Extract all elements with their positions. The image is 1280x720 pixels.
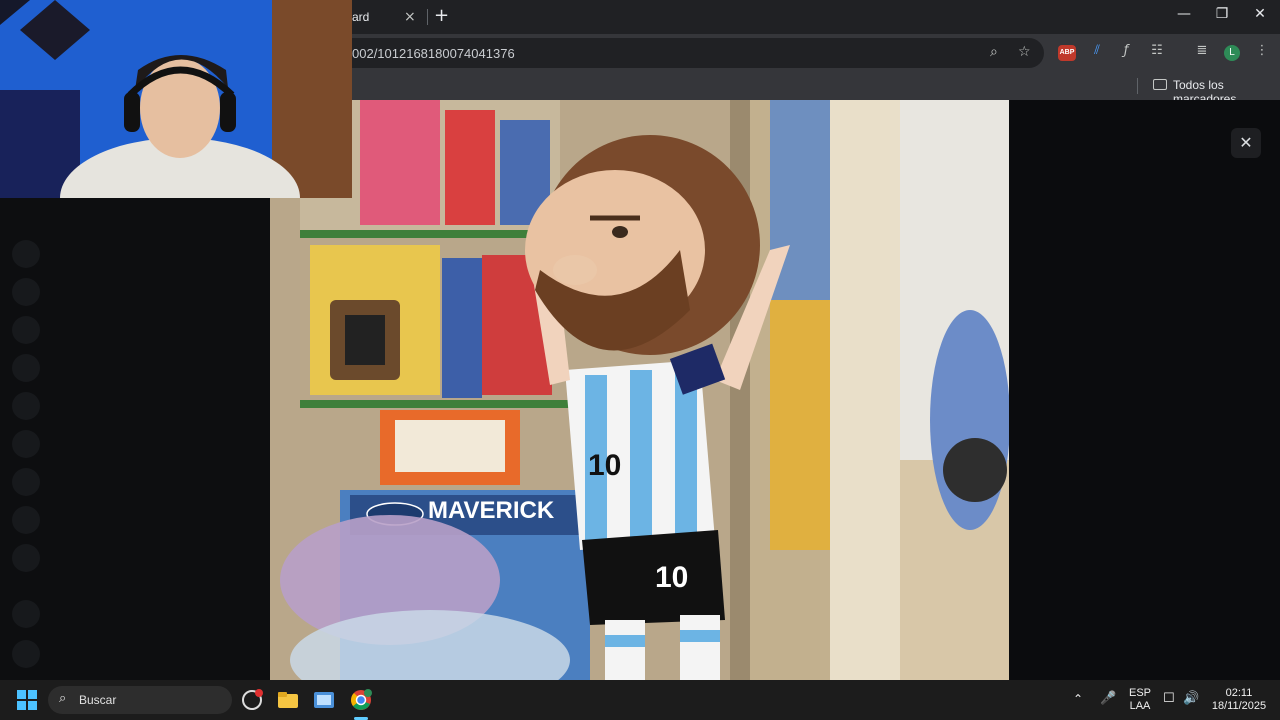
server-icon (12, 354, 40, 382)
search-icon: ⌕ (59, 691, 67, 706)
server-icon (12, 316, 40, 344)
server-icon (12, 506, 40, 534)
close-window-icon[interactable]: ✕ (1242, 6, 1278, 28)
chrome-app-icon[interactable] (350, 689, 372, 711)
chevron-up-icon[interactable]: ⌃ (1073, 692, 1083, 706)
bookmarks-divider (1137, 78, 1138, 94)
language-indicator[interactable]: ESP LAA (1125, 687, 1155, 713)
server-icon (12, 544, 40, 572)
maximize-icon[interactable]: ❐ (1204, 6, 1240, 28)
clock[interactable]: 02:11 18/11/2025 (1206, 687, 1272, 713)
address-url[interactable]: 002/1012168180074041376 (352, 46, 515, 61)
maverick-sign-text: MAVERICK (428, 497, 555, 524)
jersey-front-number: 10 (588, 449, 621, 482)
user-avatar (12, 640, 40, 668)
image-viewer-photo[interactable]: MAVERICK 10 10 (270, 100, 1009, 680)
search-placeholder: Buscar (79, 693, 117, 707)
profile-avatar[interactable]: L (1224, 45, 1240, 61)
clock-date: 18/11/2025 (1211, 700, 1267, 712)
server-icon (12, 240, 40, 268)
windows-taskbar: ⌕ Buscar ⌃ 🎤 ESP LAA ☐ 🔊 02:11 18/11/202… (0, 680, 1280, 720)
member-list (1010, 100, 1280, 680)
shorts-number: 10 (655, 561, 688, 594)
webcam-feed (0, 0, 352, 198)
extension-f-icon[interactable]: ƒ (1116, 43, 1136, 58)
extension-wave-icon[interactable]: ⫽ (1087, 43, 1107, 58)
zoom-icon[interactable]: ⌕ (990, 44, 998, 60)
tab-close-icon[interactable]: × (404, 9, 416, 25)
media-control-icon[interactable]: ≣ (1192, 43, 1212, 58)
taskbar-search[interactable]: ⌕ Buscar (48, 686, 232, 714)
new-tab-icon[interactable]: + (434, 5, 449, 26)
webcam-illustration (0, 0, 352, 198)
network-icon[interactable]: ☐ (1163, 691, 1175, 706)
server-icon (12, 600, 40, 628)
tab-divider (427, 9, 428, 25)
server-icon (12, 278, 40, 306)
photos-app-icon[interactable] (313, 689, 335, 711)
tab-title: ard (352, 10, 370, 24)
microphone-icon[interactable]: 🎤 (1100, 691, 1116, 706)
server-icon (12, 468, 40, 496)
extensions-puzzle-icon[interactable]: ☷ (1147, 43, 1167, 58)
address-bar[interactable]: 002/1012168180074041376 ⌕ ☆ (300, 38, 1044, 68)
minimize-icon[interactable]: — (1166, 6, 1202, 28)
photo-illustration: MAVERICK 10 10 (270, 100, 1009, 680)
folder-icon (1153, 79, 1167, 90)
discord-app-icon[interactable] (241, 689, 263, 711)
clock-time: 02:11 (1225, 687, 1253, 699)
windows-start-icon[interactable] (17, 690, 37, 710)
language-code: ESP (1128, 687, 1151, 699)
close-viewer-icon[interactable]: ✕ (1231, 128, 1261, 158)
volume-icon[interactable]: 🔊 (1183, 691, 1199, 706)
file-explorer-icon[interactable] (277, 689, 299, 711)
adblock-icon[interactable]: ABP (1058, 45, 1076, 61)
bookmark-star-icon[interactable]: ☆ (1018, 44, 1031, 60)
server-icon (12, 392, 40, 420)
server-icon (12, 430, 40, 458)
menu-kebab-icon[interactable]: ⋮ (1252, 43, 1272, 58)
keyboard-layout: LAA (1129, 700, 1151, 712)
